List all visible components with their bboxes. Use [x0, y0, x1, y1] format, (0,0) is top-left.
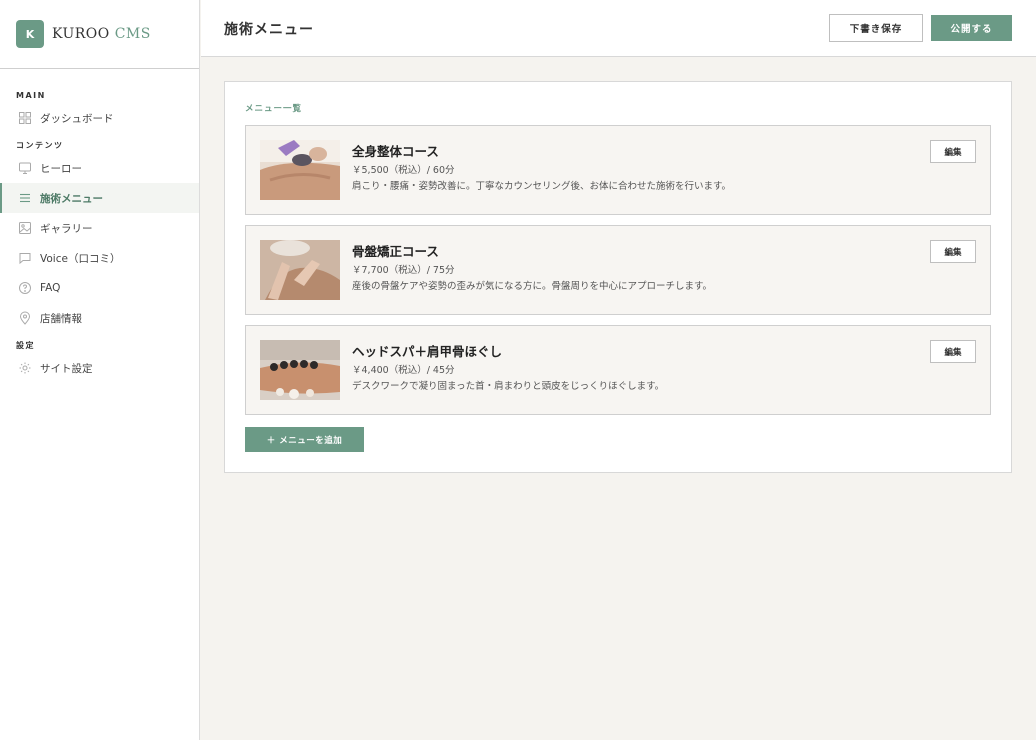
- sidebar-item-hero[interactable]: ヒーロー: [0, 153, 199, 183]
- menu-thumbnail: [260, 140, 340, 200]
- add-menu-button[interactable]: ＋ メニューを追加: [245, 427, 364, 452]
- menu-price: ￥4,400（税込）/ 45分: [352, 365, 455, 376]
- sidebar-item-dashboard[interactable]: ダッシュボード: [0, 103, 199, 133]
- gear-icon: [18, 361, 32, 375]
- menu-title: 骨盤矯正コース: [352, 244, 439, 259]
- edit-button[interactable]: 編集: [930, 340, 976, 363]
- menu-price: ￥5,500（税込）/ 60分: [352, 165, 455, 176]
- sidebar-item-site-settings[interactable]: サイト設定: [0, 353, 199, 383]
- sidebar-item-label: ギャラリー: [40, 222, 93, 235]
- header: 施術メニュー 下書き保存 公開する: [201, 0, 1036, 57]
- page-title: 施術メニュー: [224, 22, 314, 38]
- menu-description: デスクワークで凝り固まった首・肩まわりと頭皮をじっくりほぐします。: [352, 381, 665, 392]
- map-pin-icon: [18, 311, 32, 325]
- menu-price: ￥7,700（税込）/ 75分: [352, 265, 455, 276]
- monitor-icon: [18, 161, 32, 175]
- menu-card: ヘッドスパ＋肩甲骨ほぐし ￥4,400（税込）/ 45分 デスクワークで凝り固ま…: [245, 325, 991, 415]
- menu-description: 産後の骨盤ケアや姿勢の歪みが気になる方に。骨盤周りを中心にアプローチします。: [352, 281, 713, 292]
- sidebar-item-label: ダッシュボード: [40, 112, 114, 125]
- menu-title: ヘッドスパ＋肩甲骨ほぐし: [352, 344, 503, 359]
- sidebar-item-faq[interactable]: FAQ: [0, 273, 199, 303]
- save-draft-button[interactable]: 下書き保存: [829, 14, 923, 42]
- menu-thumbnail: [260, 240, 340, 300]
- sidebar-item-label: ヒーロー: [40, 162, 82, 175]
- grid-icon: [18, 111, 32, 125]
- menu-panel: メニュー一覧 全身整体コース ￥5,500（税込）/ 60分 肩こり・腰痛・姿勢…: [224, 81, 1012, 473]
- edit-button[interactable]: 編集: [930, 240, 976, 263]
- sidebar-item-label: Voice（口コミ）: [40, 252, 121, 265]
- brand-logo: K: [16, 20, 44, 48]
- brand[interactable]: K KUROO CMS: [0, 0, 199, 69]
- image-icon: [18, 221, 32, 235]
- nav-section-main: MAIN: [16, 91, 46, 100]
- edit-button[interactable]: 編集: [930, 140, 976, 163]
- menu-description: 肩こり・腰痛・姿勢改善に。丁寧なカウンセリング後、お体に合わせた施術を行います。: [352, 181, 732, 192]
- publish-button[interactable]: 公開する: [931, 15, 1012, 41]
- section-label: メニュー一覧: [245, 104, 303, 114]
- menu-card: 骨盤矯正コース ￥7,700（税込）/ 75分 産後の骨盤ケアや姿勢の歪みが気に…: [245, 225, 991, 315]
- list-icon: [18, 191, 32, 205]
- menu-thumbnail: [260, 340, 340, 400]
- sidebar-item-voice[interactable]: Voice（口コミ）: [0, 243, 199, 273]
- menu-card: 全身整体コース ￥5,500（税込）/ 60分 肩こり・腰痛・姿勢改善に。丁寧な…: [245, 125, 991, 215]
- sidebar-item-label: 店舗情報: [40, 312, 82, 325]
- brand-name: KUROO CMS: [52, 26, 151, 42]
- sidebar-item-label: 施術メニュー: [40, 192, 103, 205]
- sidebar-item-menu[interactable]: 施術メニュー: [0, 183, 199, 213]
- chat-icon: [18, 251, 32, 265]
- sidebar-item-label: FAQ: [40, 282, 61, 294]
- menu-title: 全身整体コース: [352, 144, 439, 159]
- sidebar-item-gallery[interactable]: ギャラリー: [0, 213, 199, 243]
- brand-name-main: KUROO: [52, 26, 110, 42]
- sidebar-item-store-info[interactable]: 店舗情報: [0, 303, 199, 333]
- nav-section-settings: 設定: [16, 341, 35, 350]
- question-icon: [18, 281, 32, 295]
- nav-section-content: コンテンツ: [16, 141, 64, 150]
- sidebar: K KUROO CMS MAIN ダッシュボード コンテンツ ヒーロー 施術メニ…: [0, 0, 200, 740]
- sidebar-item-label: サイト設定: [40, 362, 93, 375]
- brand-name-accent: CMS: [114, 26, 151, 42]
